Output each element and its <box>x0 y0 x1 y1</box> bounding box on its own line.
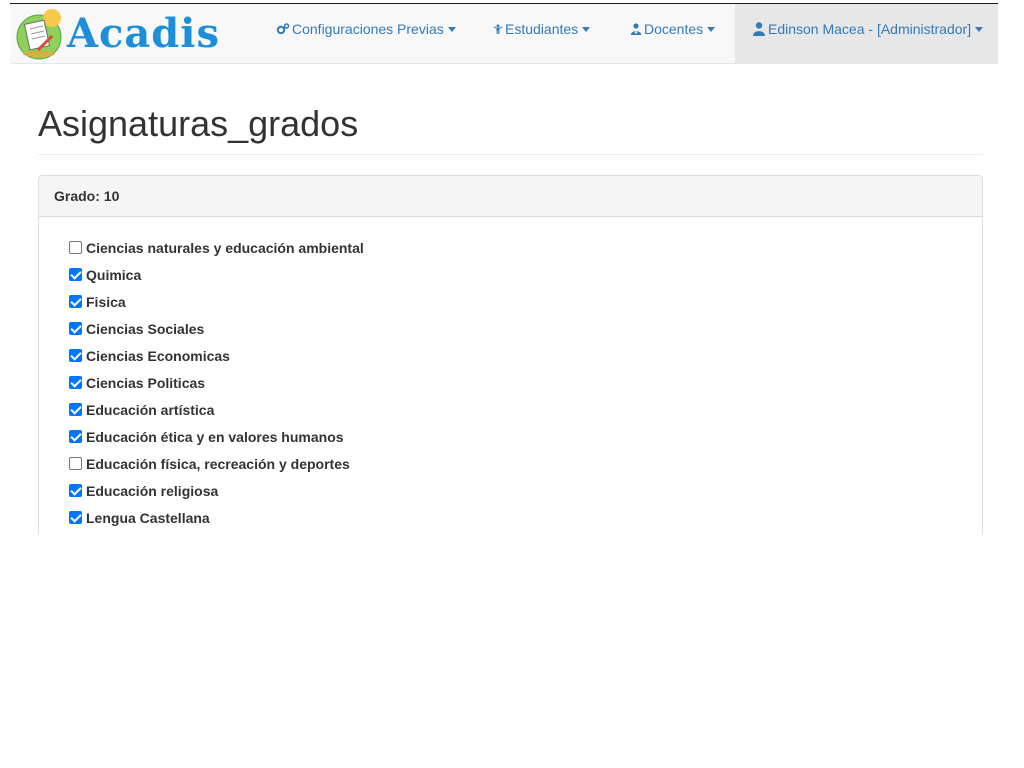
subject-label: Ciencias Sociales <box>86 320 205 337</box>
nav-students-dropdown[interactable]: Estudiantes <box>493 4 591 64</box>
subject-checkbox[interactable] <box>69 511 82 524</box>
chevron-down-icon <box>582 27 591 32</box>
subject-label: Lengua Castellana <box>86 509 210 526</box>
user-icon <box>753 22 765 36</box>
subject-row[interactable]: Fisica <box>69 288 982 315</box>
subject-row[interactable]: Ciencias naturales y educación ambiental <box>69 234 982 261</box>
subject-row[interactable]: Ciencias Sociales <box>69 315 982 342</box>
subject-checkbox[interactable] <box>69 376 82 389</box>
subject-label: Educación religiosa <box>86 482 219 499</box>
subject-row[interactable]: Educación ética y en valores humanos <box>69 423 982 450</box>
subject-row[interactable]: Ciencias Politicas <box>69 369 982 396</box>
nav-user-dropdown[interactable]: Edinson Macea - [Administrador] <box>735 4 998 64</box>
subject-checkbox[interactable] <box>69 457 82 470</box>
subject-label: Educación física, recreación y deportes <box>86 455 350 472</box>
nav-user-label: Edinson Macea - [Administrador] <box>768 21 972 37</box>
subject-label: Ciencias Politicas <box>86 374 206 391</box>
subject-row[interactable]: Ciencias Economicas <box>69 342 982 369</box>
panel-heading: Grado: 10 <box>39 176 982 217</box>
subject-checkbox[interactable] <box>69 241 82 254</box>
chevron-down-icon <box>707 27 716 32</box>
top-navbar: Acadis Configuraciones Previas Estudiant… <box>10 3 998 64</box>
subject-label: Educación ética y en valores humanos <box>86 428 344 445</box>
subject-label: Quimica <box>86 266 142 283</box>
grade-panel: Grado: 10 Ciencias naturales y educación… <box>38 175 983 535</box>
nav-teachers-dropdown[interactable]: Docentes <box>630 4 716 64</box>
subject-row[interactable]: Quimica <box>69 261 982 288</box>
subject-checkbox[interactable] <box>69 430 82 443</box>
page-title: Asignaturas_grados <box>38 103 359 144</box>
subject-row[interactable]: Educación religiosa <box>69 477 982 504</box>
subject-checkbox[interactable] <box>69 322 82 335</box>
subject-label: Ciencias Economicas <box>86 347 230 364</box>
brand-name: Acadis <box>67 10 220 57</box>
subject-label: Ciencias naturales y educación ambiental <box>86 239 364 256</box>
subject-checkbox[interactable] <box>69 484 82 497</box>
title-divider <box>38 154 983 155</box>
chevron-down-icon <box>975 27 984 32</box>
nav-config-dropdown[interactable]: Configuraciones Previas <box>276 4 456 64</box>
subject-label: Fisica <box>86 293 126 310</box>
subject-checkbox[interactable] <box>69 268 82 281</box>
brand-logo[interactable]: Acadis <box>12 6 219 62</box>
subject-checkbox[interactable] <box>69 349 82 362</box>
nav-config-label: Configuraciones Previas <box>292 21 444 37</box>
chevron-down-icon <box>447 27 456 32</box>
cogs-icon <box>276 23 290 35</box>
subject-label: Educación artística <box>86 401 215 418</box>
acadis-logo-icon <box>16 9 62 60</box>
user-md-icon <box>630 23 642 35</box>
subject-checkbox[interactable] <box>69 295 82 308</box>
nav-students-label: Estudiantes <box>505 21 579 37</box>
subject-row[interactable]: Educación artística <box>69 396 982 423</box>
subject-checkbox[interactable] <box>69 403 82 416</box>
child-icon <box>493 24 503 34</box>
nav-teachers-label: Docentes <box>644 21 704 37</box>
subjects-list: Ciencias naturales y educación ambiental… <box>39 217 982 531</box>
subject-row[interactable]: Lengua Castellana <box>69 504 982 531</box>
subject-row[interactable]: Educación física, recreación y deportes <box>69 450 982 477</box>
